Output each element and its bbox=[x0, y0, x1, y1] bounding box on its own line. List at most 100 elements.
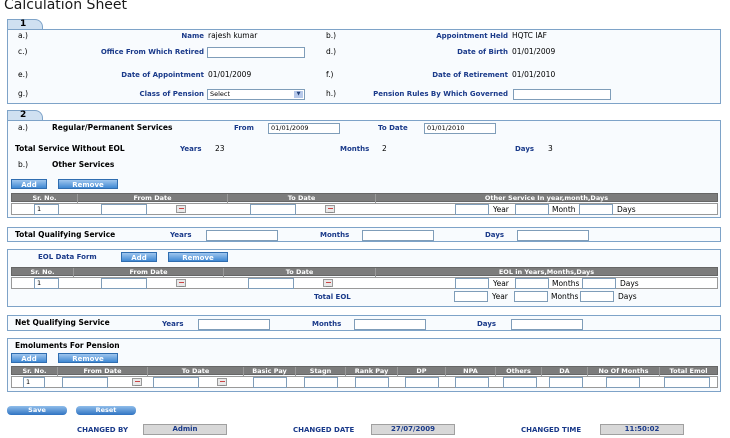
total-eol-year-input[interactable] bbox=[454, 291, 488, 302]
net-years-input[interactable] bbox=[198, 319, 270, 330]
emoluments-label: Emoluments For Pension bbox=[15, 341, 120, 350]
other-year-input[interactable] bbox=[455, 204, 489, 215]
changed-date-value: 27/07/2009 bbox=[371, 424, 455, 435]
basic-pay-input[interactable] bbox=[253, 377, 287, 388]
calendar-icon[interactable] bbox=[176, 279, 186, 287]
months-label: Months bbox=[551, 292, 579, 301]
total-months-input[interactable] bbox=[362, 230, 434, 241]
total-eol-months-input[interactable] bbox=[514, 291, 548, 302]
other-services-label: Other Services bbox=[52, 160, 115, 169]
stagn-input[interactable] bbox=[304, 377, 338, 388]
changed-time-label: CHANGED TIME bbox=[521, 426, 582, 434]
page-title: Calculation Sheet bbox=[4, 0, 128, 13]
no-of-months-input[interactable] bbox=[606, 377, 640, 388]
pension-rules-label: Pension Rules By Which Governed bbox=[373, 90, 508, 98]
dp-input[interactable] bbox=[405, 377, 439, 388]
name-value: rajesh kumar bbox=[208, 31, 258, 40]
column-header: From Date bbox=[58, 367, 148, 376]
to-date-input[interactable] bbox=[250, 204, 296, 215]
column-header: Other Service In year,month,Days bbox=[484, 194, 609, 202]
row-index: a.) bbox=[18, 123, 28, 132]
column-header: From Date bbox=[74, 268, 224, 277]
column-header: To Date bbox=[228, 194, 376, 203]
da-input[interactable] bbox=[549, 377, 583, 388]
doa-value: 01/01/2009 bbox=[208, 70, 252, 79]
net-qualifying-label: Net Qualifying Service bbox=[15, 318, 110, 327]
column-header: Total Emol bbox=[669, 367, 708, 375]
year-label: Year bbox=[493, 205, 509, 214]
total-years-input[interactable] bbox=[206, 230, 278, 241]
column-header: Sr. No. bbox=[12, 194, 78, 203]
save-button[interactable]: Save bbox=[7, 406, 67, 415]
sr-no-input[interactable]: 1 bbox=[23, 377, 45, 388]
total-days-input[interactable] bbox=[517, 230, 589, 241]
regular-services-label: Regular/Permanent Services bbox=[52, 123, 173, 132]
row-index: d.) bbox=[326, 47, 337, 56]
calendar-icon[interactable] bbox=[323, 279, 333, 287]
row-index: c.) bbox=[18, 47, 28, 56]
column-header: EOL in Years,Months,Days bbox=[498, 268, 595, 276]
from-date-input[interactable] bbox=[101, 204, 147, 215]
calendar-icon[interactable] bbox=[325, 205, 335, 213]
eol-remove-button[interactable]: Remove bbox=[168, 252, 228, 262]
name-label: Name bbox=[181, 32, 204, 40]
total-eol-days-input[interactable] bbox=[580, 291, 614, 302]
npa-input[interactable] bbox=[455, 377, 489, 388]
sr-no-input[interactable]: 1 bbox=[34, 204, 59, 215]
appointment-held-value: HQTC IAF bbox=[512, 31, 547, 40]
other-services-add-button[interactable]: Add bbox=[11, 179, 47, 189]
calendar-icon[interactable] bbox=[217, 378, 227, 386]
net-days-input[interactable] bbox=[511, 319, 583, 330]
eol-grid-header: Sr. No. From Date To Date EOL in Years,M… bbox=[11, 267, 718, 277]
row-index: a.) bbox=[18, 31, 28, 40]
others-input[interactable] bbox=[503, 377, 537, 388]
eol-days-input[interactable] bbox=[582, 278, 616, 289]
column-header: Basic Pay bbox=[244, 367, 296, 376]
days-value: 3 bbox=[548, 144, 553, 153]
regular-to-input[interactable]: 01/01/2010 bbox=[424, 123, 496, 134]
net-months-input[interactable] bbox=[354, 319, 426, 330]
column-header: NPA bbox=[446, 367, 496, 376]
years-label: Years bbox=[180, 145, 202, 153]
eol-year-input[interactable] bbox=[455, 278, 489, 289]
emoluments-grid-header: Sr. No. From Date To Date Basic Pay Stag… bbox=[11, 366, 718, 376]
emoluments-remove-button[interactable]: Remove bbox=[58, 353, 118, 363]
months-label: Months bbox=[320, 231, 350, 239]
table-row: 1 bbox=[11, 376, 718, 388]
total-emol-input[interactable] bbox=[664, 377, 710, 388]
years-label: Years bbox=[170, 231, 192, 239]
class-of-pension-select[interactable]: Select ▼ bbox=[207, 89, 305, 100]
column-header: Sr. No. bbox=[12, 367, 58, 376]
eol-months-input[interactable] bbox=[515, 278, 549, 289]
calendar-icon[interactable] bbox=[132, 378, 142, 386]
other-services-remove-button[interactable]: Remove bbox=[58, 179, 118, 189]
row-index: b.) bbox=[326, 31, 337, 40]
eol-from-date-input[interactable] bbox=[101, 278, 147, 289]
pension-rules-input[interactable] bbox=[513, 89, 611, 100]
other-days-input[interactable] bbox=[579, 204, 613, 215]
emoluments-add-button[interactable]: Add bbox=[11, 353, 47, 363]
emol-to-date-input[interactable] bbox=[153, 377, 199, 388]
section-2-tab: 2 bbox=[7, 110, 43, 120]
calendar-icon[interactable] bbox=[176, 205, 186, 213]
column-header: Stagn bbox=[296, 367, 346, 376]
changed-time-value: 11:50:02 bbox=[600, 424, 684, 435]
emol-from-date-input[interactable] bbox=[62, 377, 108, 388]
other-month-input[interactable] bbox=[515, 204, 549, 215]
column-header: DP bbox=[398, 367, 446, 376]
eol-to-date-input[interactable] bbox=[248, 278, 294, 289]
rank-pay-input[interactable] bbox=[355, 377, 389, 388]
months-label: Months bbox=[312, 320, 342, 328]
column-header: Others bbox=[496, 367, 542, 376]
table-row: 1 Year Months Days bbox=[11, 277, 718, 289]
regular-from-input[interactable]: 01/01/2009 bbox=[268, 123, 340, 134]
sr-no-input[interactable]: 1 bbox=[34, 278, 59, 289]
total-qualifying-panel: Total Qualifying Service Years Months Da… bbox=[7, 227, 721, 242]
column-header: To Date bbox=[224, 268, 376, 277]
days-label: Days bbox=[477, 320, 497, 328]
eol-add-button[interactable]: Add bbox=[121, 252, 157, 262]
reset-button[interactable]: Reset bbox=[76, 406, 136, 415]
column-header: From Date bbox=[78, 194, 228, 203]
column-header: To Date bbox=[148, 367, 244, 376]
office-retired-input[interactable] bbox=[207, 47, 305, 58]
